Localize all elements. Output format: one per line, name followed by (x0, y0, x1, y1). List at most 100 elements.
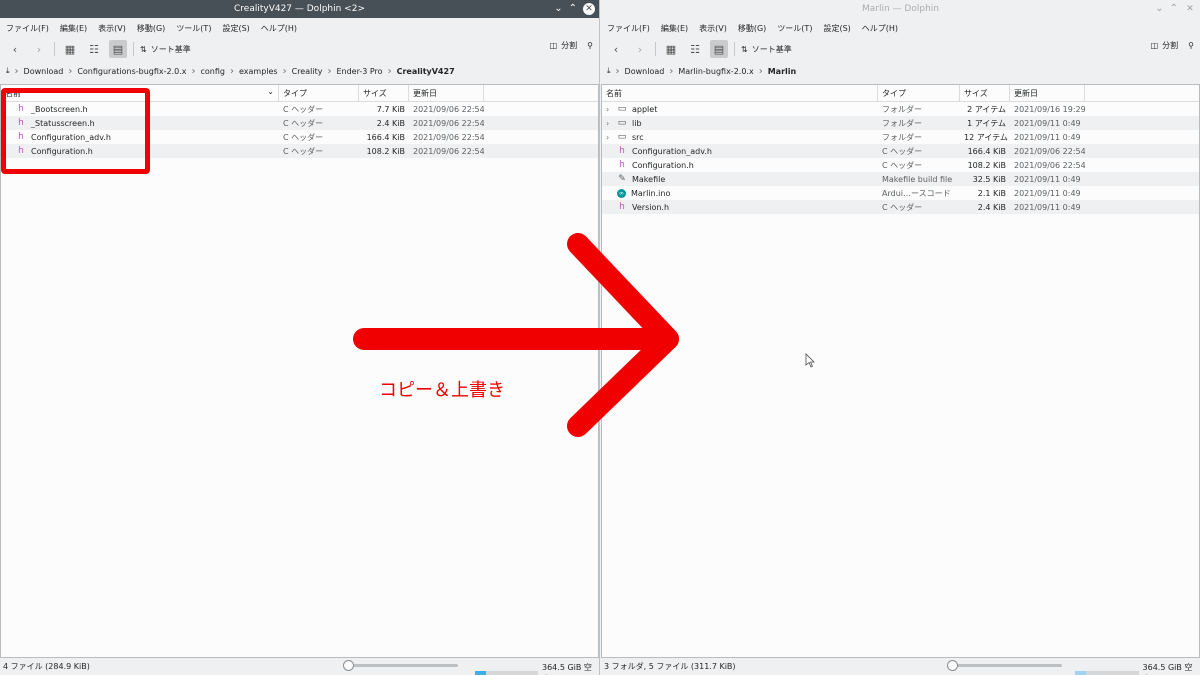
table-row[interactable]: › ▭ applet フォルダー 2 アイテム 2021/09/16 19:29 (602, 102, 1199, 116)
file-list[interactable]: 名前 タイプ サイズ 更新日 › ▭ applet フォルダー 2 アイテム 2021/0… (601, 84, 1200, 658)
breadcrumb: ⤓ › Download › Configurations-bugfix-2.0… (0, 60, 599, 82)
sort-button[interactable]: ⇅ ソート基準 (741, 44, 792, 55)
compact-view-icon[interactable]: ☷ (85, 40, 103, 58)
breadcrumb-item[interactable]: Creality (292, 67, 323, 76)
table-row[interactable]: h Configuration_adv.h C ヘッダー 166.4 KiB 2021/… (602, 144, 1199, 158)
menu-tools[interactable]: ツール(T) (777, 23, 812, 34)
sort-button[interactable]: ⇅ ソート基準 (140, 44, 191, 55)
column-size[interactable]: サイズ (359, 85, 409, 101)
menu-file[interactable]: ファイル(F) (6, 23, 49, 34)
menu-tools[interactable]: ツール(T) (176, 23, 211, 34)
breadcrumb-item[interactable]: Configurations-bugfix-2.0.x (77, 67, 186, 76)
close-icon[interactable]: ✕ (1184, 3, 1196, 15)
icons-view-icon[interactable]: ▦ (662, 40, 680, 58)
dolphin-window-right: Marlin — Dolphin ⌄ ⌃ ✕ ファイル(F) 編集(E) 表示(… (601, 0, 1200, 675)
breadcrumb-item[interactable]: Download (24, 67, 64, 76)
menu-go[interactable]: 移動(G) (738, 23, 766, 34)
column-date[interactable]: 更新日 (1010, 85, 1085, 101)
breadcrumb-current[interactable]: CrealityV427 (397, 67, 455, 76)
file-name-cell[interactable]: ✎ Makefile (602, 174, 878, 184)
file-name: Configuration_adv.h (632, 146, 712, 156)
menu-edit[interactable]: 編集(E) (661, 23, 688, 34)
file-type: C ヘッダー (882, 160, 923, 170)
file-name-cell[interactable]: › ▭ lib (602, 118, 878, 128)
file-date: 2021/09/06 22:54 (413, 104, 484, 114)
title-bar[interactable]: CrealityV427 — Dolphin <2> ⌄ ⌃ ✕ (0, 0, 599, 18)
split-button[interactable]: ◫ 分割 (550, 40, 578, 51)
minimize-icon[interactable]: ⌄ (554, 0, 562, 18)
chevron-right-icon[interactable]: › (606, 119, 612, 128)
file-type: Ardui…ースコード (882, 188, 951, 198)
column-type[interactable]: タイプ (279, 85, 359, 101)
back-icon[interactable]: ‹ (6, 40, 24, 58)
breadcrumb-item[interactable]: Ender-3 Pro (336, 67, 382, 76)
table-row[interactable]: h Configuration.h C ヘッダー 108.2 KiB 2021/09/0… (602, 158, 1199, 172)
menu-edit[interactable]: 編集(E) (60, 23, 87, 34)
zoom-slider-handle[interactable] (947, 660, 958, 671)
chevron-right-icon[interactable]: › (606, 133, 612, 142)
menu-settings[interactable]: 設定(S) (823, 23, 850, 34)
menu-file[interactable]: ファイル(F) (607, 23, 650, 34)
title-bar[interactable]: Marlin — Dolphin ⌄ ⌃ ✕ (601, 0, 1200, 18)
column-name[interactable]: 名前 (602, 85, 878, 101)
menu-help[interactable]: ヘルプ(H) (261, 23, 297, 34)
compact-view-icon[interactable]: ☷ (686, 40, 704, 58)
column-type[interactable]: タイプ (878, 85, 960, 101)
menu-settings[interactable]: 設定(S) (222, 23, 249, 34)
chevron-right-icon[interactable]: › (606, 105, 612, 114)
free-space-text: 364.5 GiB 空き (542, 663, 592, 675)
search-icon[interactable]: ⚲ (1188, 41, 1194, 50)
file-name-cell[interactable]: ∞ Marlin.ino (602, 188, 878, 198)
zoom-slider-handle[interactable] (343, 660, 354, 671)
forward-icon[interactable]: › (631, 40, 649, 58)
maximize-icon[interactable]: ⌃ (1170, 0, 1178, 18)
file-name-cell[interactable]: h Configuration_adv.h (602, 146, 878, 156)
zoom-slider[interactable] (343, 660, 458, 671)
free-space-indicator[interactable]: 364.5 GiB 空き (1075, 662, 1200, 675)
breadcrumb-item[interactable]: Download (625, 67, 665, 76)
file-name-cell[interactable]: › ▭ applet (602, 104, 878, 114)
file-name-cell[interactable]: h Version.h (602, 202, 878, 212)
icons-view-icon[interactable]: ▦ (61, 40, 79, 58)
file-size: 1 アイテム (967, 118, 1006, 128)
table-row[interactable]: › ▭ lib フォルダー 1 アイテム 2021/09/11 0:49 (602, 116, 1199, 130)
menu-view[interactable]: 表示(V) (98, 23, 126, 34)
toolbar-separator (655, 42, 656, 56)
split-button[interactable]: ◫ 分割 (1151, 40, 1179, 51)
column-date[interactable]: 更新日 (409, 85, 484, 101)
minimize-icon[interactable]: ⌄ (1155, 0, 1163, 18)
chevron-right-icon: › (68, 65, 73, 77)
menu-help[interactable]: ヘルプ(H) (862, 23, 898, 34)
forward-icon[interactable]: › (30, 40, 48, 58)
search-icon[interactable]: ⚲ (587, 41, 593, 50)
file-name-cell[interactable]: h Configuration.h (602, 160, 878, 170)
table-row[interactable]: ✎ Makefile Makefile build file 32.5 KiB 2021… (602, 172, 1199, 186)
maximize-icon[interactable]: ⌃ (569, 0, 577, 18)
back-icon[interactable]: ‹ (607, 40, 625, 58)
table-row[interactable]: › ▭ src フォルダー 12 アイテム 2021/09/11 0:49 (602, 130, 1199, 144)
breadcrumb-item[interactable]: config (201, 67, 225, 76)
breadcrumb-item[interactable]: Marlin-bugfix-2.0.x (678, 67, 753, 76)
file-size: 108.2 KiB (366, 146, 405, 156)
file-name-cell[interactable]: › ▭ src (602, 132, 878, 142)
menu-view[interactable]: 表示(V) (699, 23, 727, 34)
download-icon[interactable]: ⤓ (6, 66, 10, 76)
table-row[interactable]: h Version.h C ヘッダー 2.4 KiB 2021/09/11 0:49 (602, 200, 1199, 214)
breadcrumb-current[interactable]: Marlin (768, 67, 796, 76)
details-view-icon[interactable]: ▤ (710, 40, 728, 58)
zoom-slider[interactable] (947, 660, 1062, 671)
download-icon[interactable]: ⤓ (607, 66, 611, 76)
chevron-right-icon: › (387, 65, 392, 77)
menu-go[interactable]: 移動(G) (137, 23, 165, 34)
file-type: C ヘッダー (283, 132, 324, 142)
free-space-indicator[interactable]: 364.5 GiB 空き (475, 662, 599, 675)
breadcrumb-item[interactable]: examples (239, 67, 278, 76)
file-date: 2021/09/11 0:49 (1014, 188, 1081, 198)
table-row[interactable]: ∞ Marlin.ino Ardui…ースコード 2.1 KiB 2021/09/11 … (602, 186, 1199, 200)
file-name: Version.h (632, 202, 670, 212)
chevron-right-icon: › (191, 65, 196, 77)
details-view-icon[interactable]: ▤ (109, 40, 127, 58)
close-icon[interactable]: ✕ (583, 3, 595, 15)
file-date: 2021/09/06 22:54 (1014, 146, 1085, 156)
column-size[interactable]: サイズ (960, 85, 1010, 101)
